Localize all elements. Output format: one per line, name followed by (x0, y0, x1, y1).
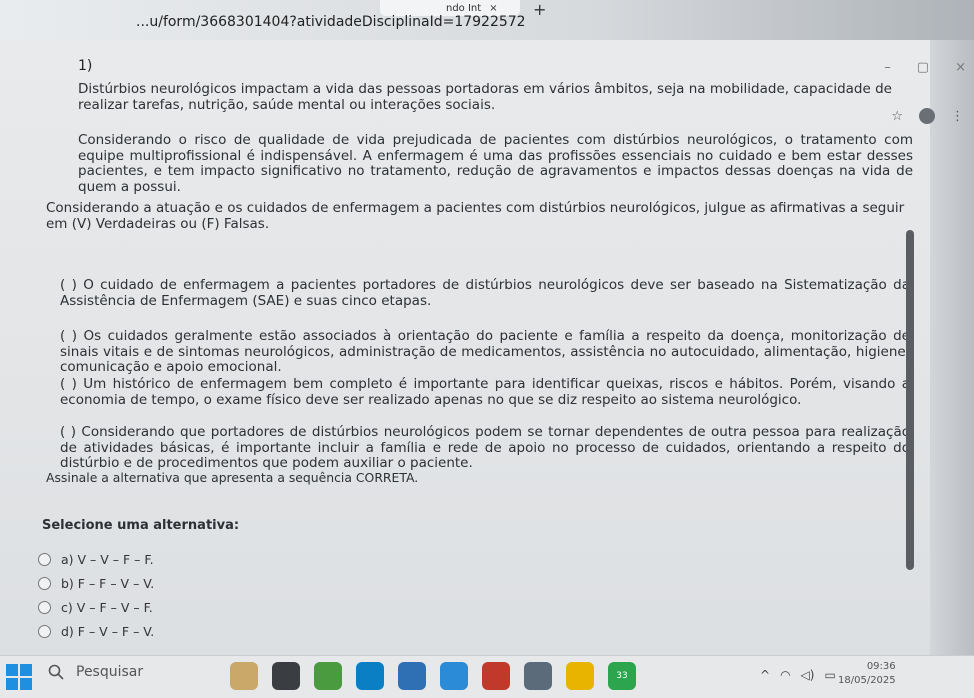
system-tray: ^ ◠ ◁) ▭ (760, 668, 836, 682)
weather-widget-icon[interactable] (230, 662, 258, 690)
option-label: c) V – F – V – F. (61, 600, 153, 615)
option-c[interactable]: c) V – F – V – F. (38, 600, 153, 615)
profile-avatar-icon[interactable] (919, 108, 935, 124)
new-tab-button[interactable]: + (533, 0, 546, 19)
browser-side-panel (930, 40, 974, 660)
search-placeholder: Pesquisar (76, 664, 144, 680)
option-b[interactable]: b) F – F – V – V. (38, 576, 154, 591)
assinale-text: Assinale a alternativa que apresenta a s… (46, 470, 419, 485)
speaker-icon[interactable]: ◁) (801, 668, 815, 682)
option-d[interactable]: d) F – V – F – V. (38, 624, 154, 639)
battery-icon[interactable]: ▭ (824, 668, 835, 682)
taskview-icon[interactable] (272, 662, 300, 690)
restore-icon[interactable]: ▢ (917, 60, 929, 75)
radio-icon[interactable] (38, 601, 51, 614)
statement-3: ( ) Um histórico de enfermagem bem compl… (60, 376, 910, 408)
page-content: 1) Distúrbios neurológicos impactam a vi… (0, 40, 930, 660)
option-label: d) F – V – F – V. (61, 624, 155, 639)
radio-icon[interactable] (38, 577, 51, 590)
window-controls: – ▢ × (884, 60, 966, 75)
whatsapp-icon[interactable]: 33 (608, 662, 636, 690)
mail-icon[interactable] (398, 662, 426, 690)
chevron-up-icon[interactable]: ^ (760, 668, 770, 682)
clock-date: 18/05/2025 (838, 675, 896, 686)
clock-time: 09:36 (866, 661, 896, 672)
browser-toolbar-icons: ☆ ⋮ (891, 108, 964, 124)
scrollbar[interactable] (906, 230, 914, 570)
taskbar-apps: 33 (230, 662, 636, 690)
search-icon (48, 664, 64, 680)
select-alternative-label: Selecione uma alternativa: (42, 518, 240, 533)
bookmark-star-icon[interactable]: ☆ (891, 109, 903, 124)
app-grid-icon[interactable] (524, 662, 552, 690)
option-label: b) F – F – V – V. (61, 576, 155, 591)
minimize-icon[interactable]: – (884, 60, 891, 75)
close-window-icon[interactable]: × (955, 60, 966, 75)
store-app-icon[interactable] (314, 662, 342, 690)
question-intro: Distúrbios neurológicos impactam a vida … (78, 81, 892, 113)
tab-title: ndo Int (446, 2, 482, 14)
question-context: Considerando o risco de qualidade de vid… (78, 132, 913, 195)
wifi-icon[interactable]: ◠ (780, 668, 790, 682)
statement-2: ( ) Os cuidados geralmente estão associa… (60, 328, 910, 375)
windows-start-icon[interactable] (6, 664, 32, 690)
statement-1: ( ) O cuidado de enfermagem a pacientes … (60, 277, 910, 309)
option-label: a) V – V – F – F. (61, 552, 154, 567)
whatsapp-badge: 33 (616, 671, 628, 681)
taskbar: Pesquisar 33 ^ ◠ ◁) ▭ 09:36 18/05/2025 (0, 655, 974, 698)
folder-icon[interactable] (440, 662, 468, 690)
start-tile (6, 664, 18, 676)
netflix-icon[interactable] (482, 662, 510, 690)
start-tile (20, 664, 32, 676)
start-tile (6, 678, 18, 690)
taskbar-clock[interactable]: 09:36 18/05/2025 (838, 660, 896, 688)
question-instruction: Considerando a atuação e os cuidados de … (46, 200, 905, 232)
tab-close-icon[interactable]: × (489, 3, 497, 14)
statement-4: ( ) Considerando que portadores de distú… (60, 424, 910, 471)
menu-kebab-icon[interactable]: ⋮ (951, 109, 964, 124)
edge-browser-icon[interactable] (356, 662, 384, 690)
question-number: 1) (78, 58, 93, 74)
taskbar-search[interactable]: Pesquisar (48, 664, 143, 680)
radio-icon[interactable] (38, 625, 51, 638)
start-tile (20, 678, 32, 690)
option-a[interactable]: a) V – V – F – F. (38, 552, 154, 567)
radio-icon[interactable] (38, 553, 51, 566)
chrome-icon[interactable] (566, 662, 594, 690)
address-bar[interactable]: ...u/form/3668301404?atividadeDisciplina… (136, 14, 526, 30)
